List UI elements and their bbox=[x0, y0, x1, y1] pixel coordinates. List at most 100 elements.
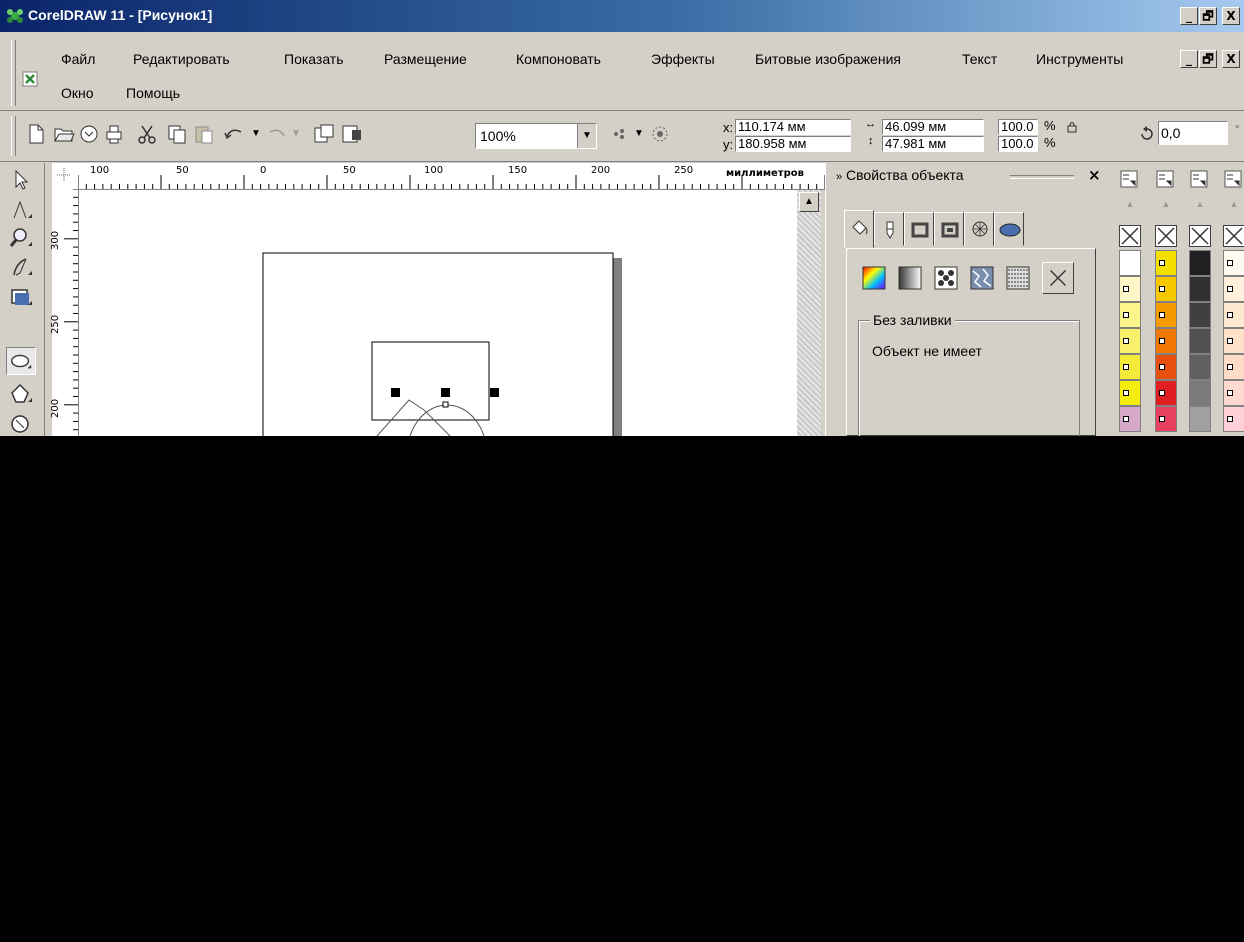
x-position-field[interactable]: 110.174 мм bbox=[735, 119, 851, 135]
color-swatch[interactable] bbox=[1155, 406, 1177, 432]
color-swatch[interactable] bbox=[1189, 276, 1211, 302]
rotation-angle-field[interactable]: 0,0 bbox=[1158, 121, 1228, 145]
zoom-level-combo[interactable]: 100% ▼ bbox=[475, 123, 597, 149]
color-swatch[interactable] bbox=[1119, 250, 1141, 276]
basic-shapes-tool-icon[interactable] bbox=[6, 410, 36, 436]
palette-menu-icon[interactable] bbox=[1119, 169, 1139, 189]
undo-dropdown-icon[interactable]: ▼ bbox=[251, 128, 261, 139]
docker-close-icon[interactable]: × bbox=[1088, 166, 1101, 184]
ellipse-tool-icon[interactable] bbox=[6, 347, 36, 375]
color-swatch[interactable] bbox=[1155, 302, 1177, 328]
color-swatch[interactable] bbox=[1119, 406, 1141, 432]
no-color-swatch[interactable] bbox=[1155, 225, 1177, 247]
y-position-field[interactable]: 180.958 мм bbox=[735, 136, 851, 152]
color-swatch[interactable] bbox=[1223, 250, 1244, 276]
color-swatch[interactable] bbox=[1189, 406, 1211, 432]
postscript-fill-icon[interactable] bbox=[1002, 262, 1034, 294]
pattern-fill-icon[interactable] bbox=[930, 262, 962, 294]
cut-icon[interactable] bbox=[135, 122, 159, 146]
vertical-scrollbar[interactable]: ▲ bbox=[797, 190, 821, 436]
title-bar[interactable]: CorelDRAW 11 - [Рисунок1] bbox=[0, 0, 1244, 32]
fountain-fill-icon[interactable] bbox=[894, 262, 926, 294]
color-swatch[interactable] bbox=[1119, 302, 1141, 328]
scale-y-field[interactable]: 100.0 bbox=[998, 136, 1038, 152]
no-color-swatch[interactable] bbox=[1223, 225, 1244, 247]
palette-menu-icon[interactable] bbox=[1155, 169, 1175, 189]
menu-layout[interactable]: Размещение bbox=[384, 51, 467, 67]
ruler-origin[interactable] bbox=[52, 163, 79, 190]
shape-tool-icon[interactable] bbox=[6, 196, 36, 224]
drawing-canvas[interactable] bbox=[79, 190, 797, 436]
redo-icon[interactable] bbox=[265, 122, 289, 146]
palette-scroll-up-icon[interactable]: ▲ bbox=[1221, 199, 1244, 209]
tab-outline[interactable] bbox=[874, 212, 904, 246]
menu-file[interactable]: Файл bbox=[61, 51, 95, 67]
save-icon[interactable] bbox=[77, 122, 101, 146]
redo-dropdown-icon[interactable]: ▼ bbox=[291, 128, 301, 139]
menu-arrange[interactable]: Компоновать bbox=[516, 51, 601, 67]
doc-minimize-button[interactable]: _ bbox=[1180, 50, 1198, 68]
palette-scroll-up-icon[interactable]: ▲ bbox=[1187, 199, 1213, 209]
color-swatch[interactable] bbox=[1223, 380, 1244, 406]
lock-ratio-icon[interactable] bbox=[1065, 120, 1079, 134]
menu-bitmaps[interactable]: Битовые изображения bbox=[755, 51, 901, 67]
zoom-tool-icon[interactable] bbox=[6, 224, 36, 252]
menu-edit[interactable]: Редактировать bbox=[133, 51, 230, 67]
app-restore-button[interactable]: 🗗 bbox=[1199, 7, 1217, 25]
color-swatch[interactable] bbox=[1155, 250, 1177, 276]
color-swatch[interactable] bbox=[1119, 276, 1141, 302]
palette-menu-icon[interactable] bbox=[1189, 169, 1209, 189]
app-close-button[interactable]: X bbox=[1222, 7, 1240, 25]
color-swatch[interactable] bbox=[1155, 380, 1177, 406]
app-minimize-button[interactable]: _ bbox=[1180, 7, 1198, 25]
print-icon[interactable] bbox=[102, 122, 126, 146]
launcher-dropdown-icon[interactable]: ▼ bbox=[634, 128, 644, 139]
no-fill-icon[interactable] bbox=[1042, 262, 1074, 294]
open-folder-icon[interactable] bbox=[52, 122, 76, 146]
paste-icon[interactable] bbox=[192, 122, 216, 146]
color-swatch[interactable] bbox=[1155, 328, 1177, 354]
import-icon[interactable] bbox=[312, 122, 336, 146]
palette-scroll-up-icon[interactable]: ▲ bbox=[1153, 199, 1179, 209]
color-swatch[interactable] bbox=[1189, 380, 1211, 406]
color-swatch[interactable] bbox=[1189, 328, 1211, 354]
color-swatch[interactable] bbox=[1119, 380, 1141, 406]
undo-icon[interactable] bbox=[222, 122, 246, 146]
no-color-swatch[interactable] bbox=[1189, 225, 1211, 247]
menu-text[interactable]: Текст bbox=[962, 51, 997, 67]
color-swatch[interactable] bbox=[1223, 406, 1244, 432]
tab-fill[interactable] bbox=[844, 210, 874, 248]
texture-fill-icon[interactable] bbox=[966, 262, 998, 294]
scroll-up-arrow-icon[interactable]: ▲ bbox=[799, 192, 819, 212]
color-swatch[interactable] bbox=[1189, 354, 1211, 380]
pick-tool-icon[interactable] bbox=[6, 166, 36, 194]
color-swatch[interactable] bbox=[1223, 354, 1244, 380]
menu-help[interactable]: Помощь bbox=[126, 85, 180, 101]
freehand-tool-icon[interactable] bbox=[6, 253, 36, 281]
color-swatch[interactable] bbox=[1119, 328, 1141, 354]
tab-internet[interactable] bbox=[964, 212, 994, 246]
height-field[interactable]: 47.981 мм bbox=[882, 136, 984, 152]
scale-x-field[interactable]: 100.0 bbox=[998, 119, 1038, 135]
menu-effects[interactable]: Эффекты bbox=[651, 51, 715, 67]
menu-window[interactable]: Окно bbox=[61, 85, 94, 101]
tab-detail[interactable] bbox=[934, 212, 964, 246]
docker-collapse-icon[interactable]: » bbox=[836, 171, 842, 183]
document-icon[interactable] bbox=[22, 71, 38, 87]
color-swatch[interactable] bbox=[1155, 276, 1177, 302]
no-color-swatch[interactable] bbox=[1119, 225, 1141, 247]
copy-icon[interactable] bbox=[165, 122, 189, 146]
doc-close-button[interactable]: X bbox=[1222, 50, 1240, 68]
drawing-area[interactable] bbox=[79, 190, 797, 436]
color-swatch[interactable] bbox=[1223, 276, 1244, 302]
palette-scroll-up-icon[interactable]: ▲ bbox=[1117, 199, 1143, 209]
color-swatch[interactable] bbox=[1223, 328, 1244, 354]
new-document-icon[interactable] bbox=[24, 122, 48, 146]
menu-view[interactable]: Показать bbox=[284, 51, 344, 67]
uniform-fill-icon[interactable] bbox=[858, 262, 890, 294]
application-launcher-icon[interactable] bbox=[608, 122, 632, 146]
horizontal-ruler[interactable] bbox=[78, 163, 825, 190]
width-field[interactable]: 46.099 мм bbox=[882, 119, 984, 135]
corel-online-icon[interactable] bbox=[648, 122, 672, 146]
polygon-tool-icon[interactable] bbox=[6, 380, 36, 408]
